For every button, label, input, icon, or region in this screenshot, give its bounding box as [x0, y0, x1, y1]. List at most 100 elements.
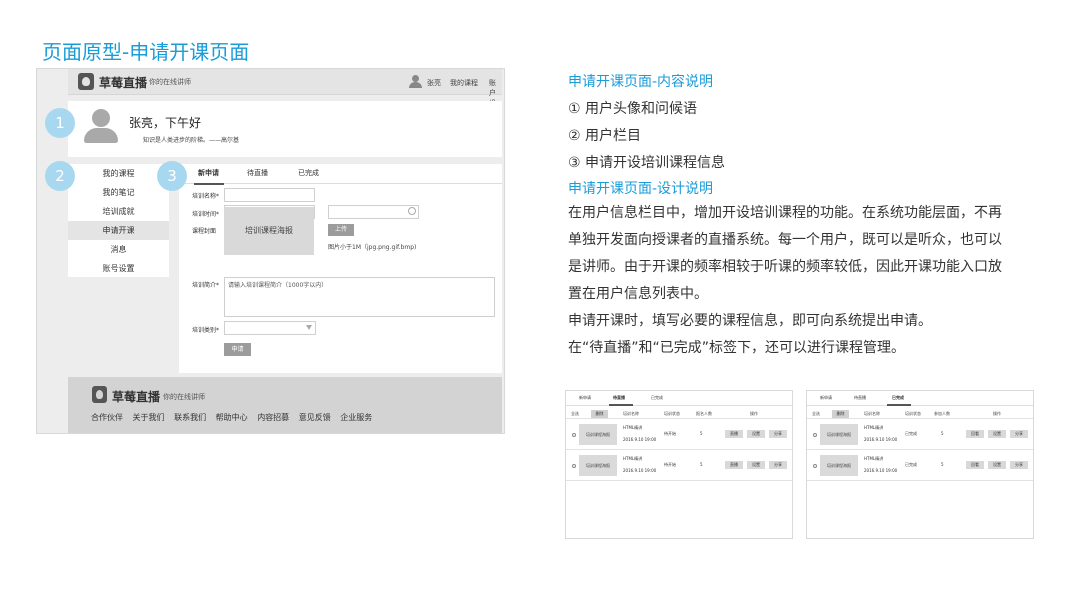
upload-button[interactable]: 上传: [328, 224, 354, 236]
course-name-input[interactable]: [224, 188, 315, 202]
greeting-panel: 张亮，下午好 知识是人类进步的阶梯。——高尔基: [68, 101, 502, 157]
sidebar-item-account-settings[interactable]: 账号设置: [68, 259, 169, 278]
logo-subtitle: 你的在线讲师: [149, 78, 191, 86]
footer-link-help[interactable]: 帮助中心: [216, 413, 248, 422]
footer-link-recruit[interactable]: 内容招募: [257, 413, 289, 422]
sidebar-item-my-notes[interactable]: 我的笔记: [68, 183, 169, 202]
upload-hint: 图片小于1M（jpg.png.gif.bmp): [328, 244, 417, 251]
row-course-name: HTML精讲: [864, 425, 884, 430]
sidebar-item-apply-course[interactable]: 申请开课: [68, 221, 169, 240]
row-checkbox[interactable]: [813, 433, 817, 437]
tab-completed[interactable]: 已完成: [298, 168, 319, 178]
footer-link-contact[interactable]: 联系我们: [174, 413, 206, 422]
sidebar-item-messages[interactable]: 消息: [68, 240, 169, 259]
row-count: 5: [941, 462, 944, 467]
row-poster: 培训课程海报: [579, 424, 617, 445]
footer-logo-icon[interactable]: [92, 386, 107, 403]
delete-button[interactable]: 删除: [591, 410, 608, 418]
row-share-button[interactable]: 分享: [769, 430, 787, 438]
page-footer: 草莓直播 你的在线讲师 合作伙伴 关于我们 联系我们 帮助中心 内容招募 意见反…: [68, 377, 502, 433]
table-row: 培训课程海报 HTML精讲 2016.9.10 19:00 待开始 5 直播 设…: [566, 420, 792, 450]
row-replay-button[interactable]: 回看: [966, 461, 984, 469]
select-all-checkbox[interactable]: 全选: [812, 411, 820, 417]
callout-badge-2: 2: [45, 161, 75, 191]
row-count: 5: [941, 431, 944, 436]
course-intro-textarea[interactable]: 请输入培训课程简介（1000字以内）: [224, 277, 495, 317]
thumb-active-indicator: [609, 404, 633, 406]
footer-link-feedback[interactable]: 意见反馈: [299, 413, 331, 422]
thumb-active-indicator: [887, 404, 911, 406]
content-item-2: ② 用户栏目: [568, 128, 642, 144]
row-settings-button[interactable]: 设置: [747, 461, 765, 469]
sidebar-item-achievements[interactable]: 培训成就: [68, 202, 169, 221]
submit-apply-button[interactable]: 申请: [224, 343, 251, 356]
dropdown-arrow-icon[interactable]: [306, 325, 312, 330]
row-checkbox[interactable]: [572, 433, 576, 437]
footer-link-about[interactable]: 关于我们: [133, 413, 165, 422]
select-all-checkbox[interactable]: 全选: [571, 411, 579, 417]
row-course-date: 2016.9.10 19:00: [864, 468, 898, 473]
row-settings-button[interactable]: 设置: [988, 461, 1006, 469]
row-settings-button[interactable]: 设置: [988, 430, 1006, 438]
callout-badge-1: 1: [45, 108, 75, 138]
course-time-input[interactable]: [328, 205, 419, 219]
course-time-label: 培训时间*: [192, 211, 220, 218]
content-item-3: ③ 申请开设培训课程信息: [568, 155, 726, 171]
thumbnail-completed: 新申请 待直播 已完成 全选 删除 培训名称 培训状态 参加人数 操作 培训课程…: [806, 390, 1034, 539]
row-replay-button[interactable]: 回看: [966, 430, 984, 438]
table-row: 培训课程海报 HTML精讲 2016.9.10 19:00 待开始 5 直播 设…: [566, 451, 792, 481]
row-checkbox[interactable]: [572, 464, 576, 468]
thumb-tab-pending[interactable]: 待直播: [854, 395, 866, 401]
content-item-1: ① 用户头像和问候语: [568, 101, 698, 117]
thumb-tab-pending[interactable]: 待直播: [613, 395, 625, 401]
row-status: 已完成: [905, 462, 917, 467]
row-course-date: 2016.9.10 19:00: [623, 468, 657, 473]
thumb-tab-completed[interactable]: 已完成: [651, 395, 663, 401]
delete-button[interactable]: 删除: [832, 410, 849, 418]
row-share-button[interactable]: 分享: [1010, 430, 1028, 438]
footer-link-enterprise[interactable]: 企业服务: [340, 413, 372, 422]
design-description-heading: 申请开课页面-设计说明: [568, 181, 714, 197]
footer-link-partners[interactable]: 合作伙伴: [91, 413, 123, 422]
table-row: 培训课程海报 HTML精讲 2016.9.10 19:00 已完成 5 回看 设…: [807, 420, 1033, 450]
row-count: 5: [700, 462, 703, 467]
logo-icon[interactable]: [78, 73, 94, 90]
row-settings-button[interactable]: 设置: [747, 430, 765, 438]
greeting-quote: 知识是人类进步的阶梯。——高尔基: [143, 137, 240, 144]
course-cover-placeholder: 培训课程海报: [224, 207, 314, 255]
thumb-tabs: 新申请 待直播 已完成: [807, 391, 1033, 406]
header-user-name[interactable]: 张亮: [427, 78, 441, 88]
avatar[interactable]: [84, 109, 118, 143]
design-line: 在“待直播”和“已完成”标签下，还可以进行课程管理。: [568, 340, 906, 356]
row-poster: 培训课程海报: [820, 424, 858, 445]
row-share-button[interactable]: 分享: [1010, 461, 1028, 469]
row-live-button[interactable]: 直播: [725, 461, 743, 469]
design-line: 置在用户信息列表中。: [568, 286, 708, 302]
design-description-text: 在用户信息栏目中，增加开设培训课程的功能。在系统功能层面，不再 单独开发面向授课…: [568, 200, 1038, 362]
clock-icon[interactable]: [408, 207, 416, 215]
thumb-tabs: 新申请 待直播 已完成: [566, 391, 792, 406]
table-row: 培训课程海报 HTML精讲 2016.9.10 19:00 已完成 5 回看 设…: [807, 451, 1033, 481]
thumb-tab-new[interactable]: 新申请: [820, 395, 832, 401]
row-count: 5: [700, 431, 703, 436]
active-tab-indicator: [194, 183, 224, 185]
header-actions: 操作: [750, 411, 758, 416]
logo-text[interactable]: 草莓直播: [99, 74, 147, 91]
user-icon[interactable]: [409, 75, 422, 88]
course-category-select[interactable]: [224, 321, 316, 335]
thumb-tab-new[interactable]: 新申请: [579, 395, 591, 401]
tab-pending-live[interactable]: 待直播: [247, 168, 268, 178]
header-count: 参加人数: [934, 411, 950, 416]
top-navbar: 草莓直播 你的在线讲师 张亮 我的课程 账户设置: [68, 69, 502, 117]
design-line: 申请开课时，填写必要的课程信息，即可向系统提出申请。: [568, 313, 932, 329]
thumb-tab-completed[interactable]: 已完成: [892, 395, 904, 401]
row-checkbox[interactable]: [813, 464, 817, 468]
sidebar-item-my-courses[interactable]: 我的课程: [68, 164, 169, 183]
row-live-button[interactable]: 直播: [725, 430, 743, 438]
course-name-label: 培训名称*: [192, 193, 220, 200]
footer-logo-text[interactable]: 草莓直播: [112, 388, 160, 405]
header-link-my-courses[interactable]: 我的课程: [450, 78, 478, 88]
header-actions: 操作: [993, 411, 1001, 416]
row-share-button[interactable]: 分享: [769, 461, 787, 469]
tab-new-application[interactable]: 新申请: [198, 168, 219, 178]
